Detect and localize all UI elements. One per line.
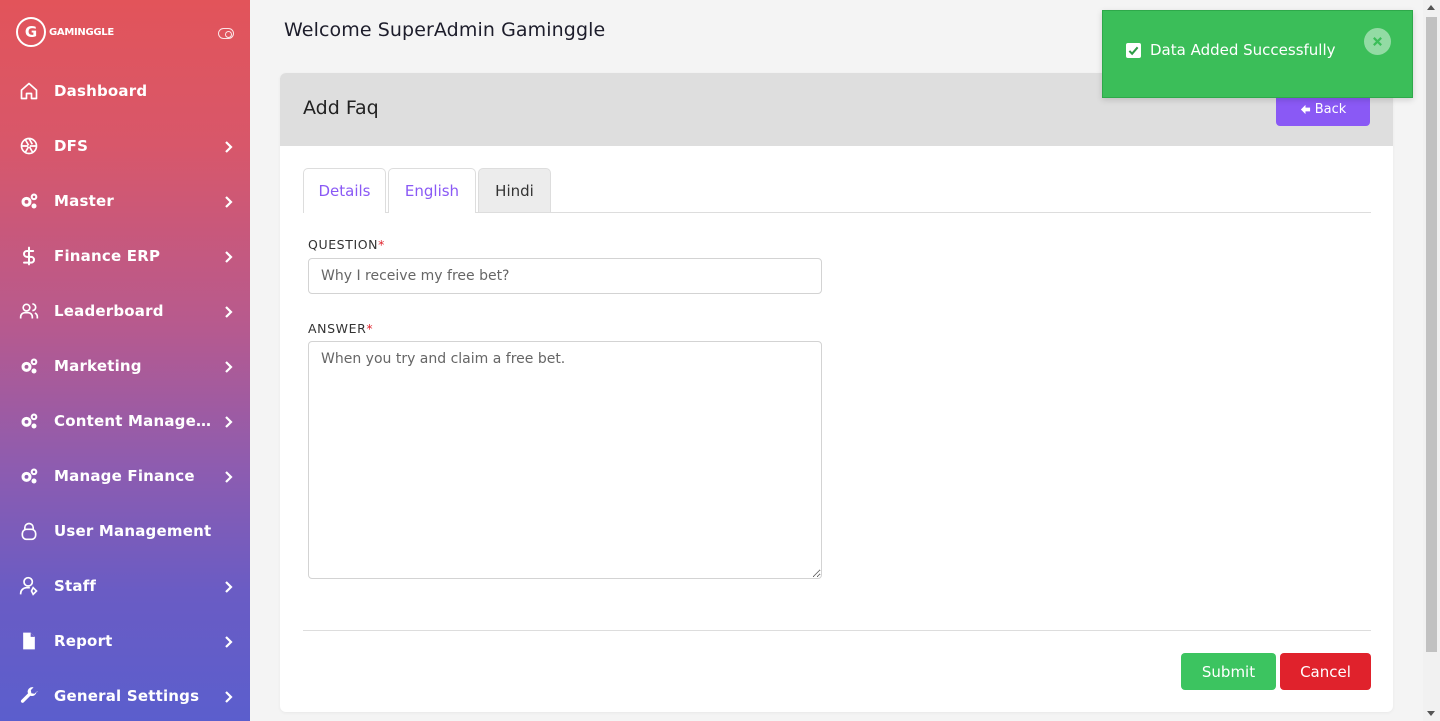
cogs-icon: [18, 410, 40, 432]
brand-logo[interactable]: G GAMINGGLE: [16, 16, 114, 48]
tab-english[interactable]: English: [388, 168, 476, 213]
tab-hindi[interactable]: Hindi: [478, 168, 551, 212]
checkbox-icon: [1126, 43, 1141, 58]
answer-textarea[interactable]: When you try and claim a free bet.: [308, 341, 822, 579]
page-title: Add Faq: [303, 97, 379, 119]
close-icon[interactable]: [1364, 28, 1391, 55]
chevron-right-icon: [224, 469, 234, 483]
wrench-icon: [18, 685, 40, 707]
sidebar-item-dfs[interactable]: DFS: [0, 118, 250, 173]
cogs-icon: [18, 465, 40, 487]
answer-label-text: ANSWER: [308, 321, 367, 336]
sidebar-item-label: Leaderboard: [54, 301, 164, 320]
scrollbar-thumb[interactable]: [1426, 17, 1437, 652]
sidebar-item-report[interactable]: Report: [0, 613, 250, 668]
question-label-text: QUESTION: [308, 237, 379, 252]
aperture-icon: [18, 135, 40, 157]
chevron-right-icon: [224, 414, 234, 428]
logo-icon: G: [16, 17, 46, 47]
question-input[interactable]: [308, 258, 822, 294]
sidebar-item-label: Manage Finance: [54, 466, 195, 485]
back-button-label: Back: [1314, 102, 1347, 117]
file-icon: [18, 630, 40, 652]
chevron-right-icon: [224, 689, 234, 703]
chevron-right-icon: [224, 194, 234, 208]
sidebar-item-label: DFS: [54, 136, 89, 155]
sidebar-toggle-icon[interactable]: [218, 28, 234, 39]
sidebar-item-label: Content Management: [54, 411, 218, 430]
divider: [303, 630, 1371, 631]
brand-name: GAMINGGLE: [49, 26, 114, 38]
cogs-icon: [18, 355, 40, 377]
chevron-right-icon: [224, 304, 234, 318]
chevron-right-icon: [224, 249, 234, 263]
add-faq-card: Add Faq Back Details English Hindi QUEST…: [280, 73, 1393, 712]
language-tabs: Details English Hindi: [303, 168, 1371, 213]
user-icon: [18, 520, 40, 542]
toast-message: Data Added Successfully: [1150, 41, 1336, 59]
dollar-icon: [18, 245, 40, 267]
sidebar-item-user-management[interactable]: User Management: [0, 503, 250, 558]
sidebar-item-label: Dashboard: [54, 81, 148, 100]
sidebar-item-dashboard[interactable]: Dashboard: [0, 63, 250, 118]
sidebar: G GAMINGGLE Dashboard DFS Master Finance…: [0, 0, 250, 721]
welcome-text: Welcome SuperAdmin Gaminggle: [284, 19, 606, 41]
required-mark: *: [366, 321, 374, 336]
sidebar-item-general-settings[interactable]: General Settings: [0, 668, 250, 721]
submit-button[interactable]: Submit: [1181, 653, 1276, 690]
sidebar-item-finance-erp[interactable]: Finance ERP: [0, 228, 250, 283]
tab-details[interactable]: Details: [303, 168, 386, 213]
sidebar-nav: Dashboard DFS Master Finance ERP Leaderb…: [0, 63, 250, 721]
chevron-right-icon: [224, 139, 234, 153]
user-tie-icon: [18, 575, 40, 597]
sidebar-item-marketing[interactable]: Marketing: [0, 338, 250, 393]
chevron-right-icon: [224, 359, 234, 373]
scroll-down-icon[interactable]: [1427, 711, 1435, 716]
cogs-icon: [18, 190, 40, 212]
question-label: QUESTION*: [308, 237, 385, 252]
required-mark: *: [378, 237, 385, 252]
home-icon: [18, 80, 40, 102]
chevron-right-icon: [224, 579, 234, 593]
answer-label: ANSWER*: [308, 321, 373, 336]
sidebar-item-label: Master: [54, 191, 114, 210]
sidebar-item-manage-finance[interactable]: Manage Finance: [0, 448, 250, 503]
scroll-up-icon[interactable]: [1427, 5, 1435, 10]
users-icon: [18, 300, 40, 322]
sidebar-item-label: User Management: [54, 521, 212, 540]
sidebar-item-label: Marketing: [54, 356, 142, 375]
sidebar-item-content-management[interactable]: Content Management: [0, 393, 250, 448]
page-scrollbar[interactable]: [1423, 0, 1440, 721]
sidebar-item-label: Finance ERP: [54, 246, 161, 265]
success-toast: Data Added Successfully: [1102, 10, 1413, 98]
sidebar-item-leaderboard[interactable]: Leaderboard: [0, 283, 250, 338]
sidebar-item-label: Report: [54, 631, 113, 650]
arrow-left-icon: [1300, 104, 1310, 115]
sidebar-item-master[interactable]: Master: [0, 173, 250, 228]
cancel-button[interactable]: Cancel: [1280, 653, 1371, 690]
sidebar-item-label: General Settings: [54, 686, 200, 705]
sidebar-item-staff[interactable]: Staff: [0, 558, 250, 613]
sidebar-item-label: Staff: [54, 576, 97, 595]
chevron-right-icon: [224, 634, 234, 648]
